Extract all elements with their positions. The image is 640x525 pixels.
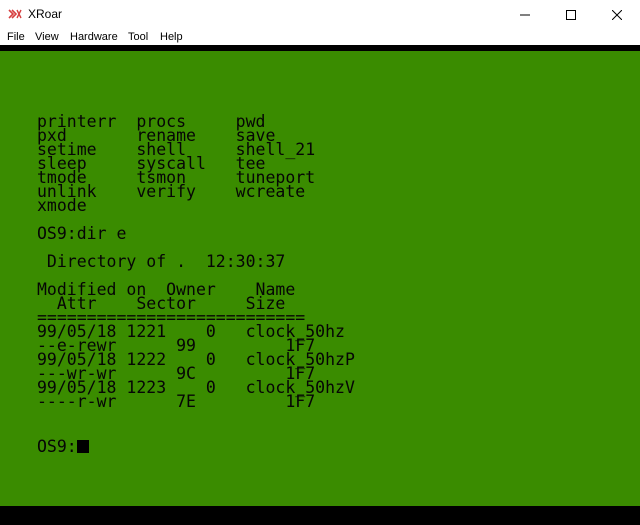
- terminal-line: xmode: [37, 196, 87, 215]
- terminal-line: OS9:dir e: [37, 224, 127, 243]
- screen-border-bottom: [0, 506, 640, 525]
- minimize-icon: [520, 14, 530, 15]
- window-title: XRoar: [28, 7, 63, 21]
- terminal-line: ----r-wr 7E 1F7: [37, 392, 316, 411]
- text-cursor: [76, 440, 89, 453]
- menu-file[interactable]: File: [7, 30, 25, 44]
- menu-view[interactable]: View: [35, 30, 59, 44]
- close-icon: [612, 9, 622, 20]
- close-button[interactable]: [594, 0, 640, 29]
- xroar-logo-icon: [8, 9, 22, 19]
- title-bar[interactable]: XRoar: [0, 0, 640, 29]
- menu-bar: File View Hardware Tool Help: [0, 29, 640, 45]
- emulator-screen[interactable]: printerr procs pwd pxd rename save setim…: [0, 51, 640, 506]
- terminal-prompt: OS9:: [37, 437, 77, 456]
- maximize-button[interactable]: [548, 0, 594, 29]
- minimize-button[interactable]: [502, 0, 548, 29]
- xroar-window: XRoar File View Hardware Tool Help print…: [0, 0, 640, 525]
- menu-help[interactable]: Help: [160, 30, 183, 44]
- menu-tool[interactable]: Tool: [128, 30, 148, 44]
- terminal-line: Directory of . 12:30:37: [37, 252, 286, 271]
- terminal-prompt-line: OS9:: [37, 437, 89, 456]
- maximize-icon: [566, 9, 576, 20]
- menu-hardware[interactable]: Hardware: [70, 30, 118, 44]
